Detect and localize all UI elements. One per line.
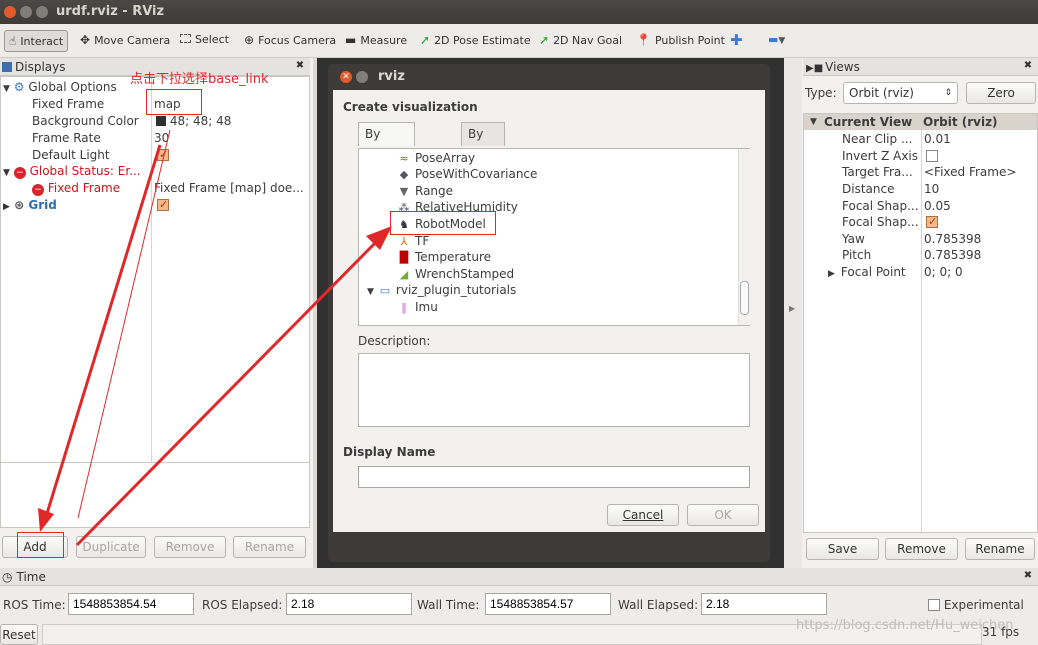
annotation-arrow-down: [43, 144, 162, 521]
annotation-thin-line: [77, 129, 171, 519]
annotation-arrow-up: [75, 236, 382, 547]
annotation-arrowhead-down: [38, 508, 54, 532]
annotation-arrows: [38, 129, 392, 547]
